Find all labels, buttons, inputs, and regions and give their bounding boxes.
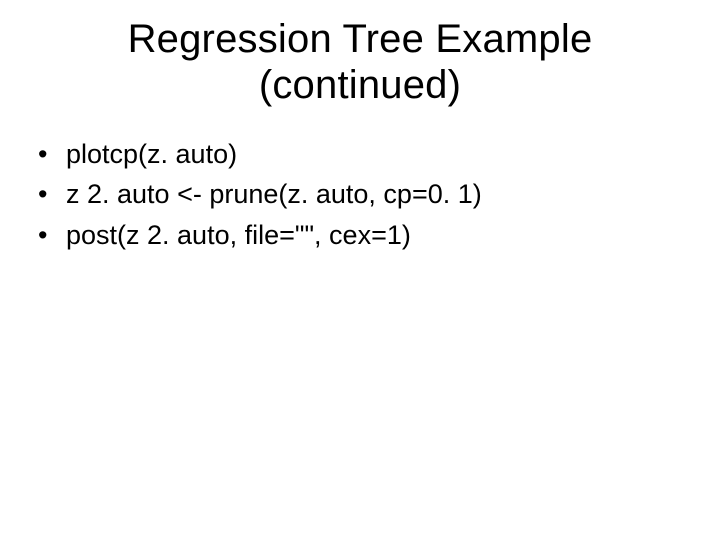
- bullet-list: plotcp(z. auto) z 2. auto <- prune(z. au…: [30, 136, 690, 253]
- bullet-text: z 2. auto <- prune(z. auto, cp=0. 1): [66, 179, 482, 209]
- bullet-text: plotcp(z. auto): [66, 139, 237, 169]
- slide-title: Regression Tree Example (continued): [30, 16, 690, 108]
- bullet-text: post(z 2. auto, file="", cex=1): [66, 220, 411, 250]
- list-item: z 2. auto <- prune(z. auto, cp=0. 1): [38, 176, 690, 212]
- title-line-2: (continued): [259, 63, 461, 107]
- title-line-1: Regression Tree Example: [128, 17, 593, 61]
- slide: Regression Tree Example (continued) plot…: [0, 0, 720, 540]
- list-item: post(z 2. auto, file="", cex=1): [38, 217, 690, 253]
- list-item: plotcp(z. auto): [38, 136, 690, 172]
